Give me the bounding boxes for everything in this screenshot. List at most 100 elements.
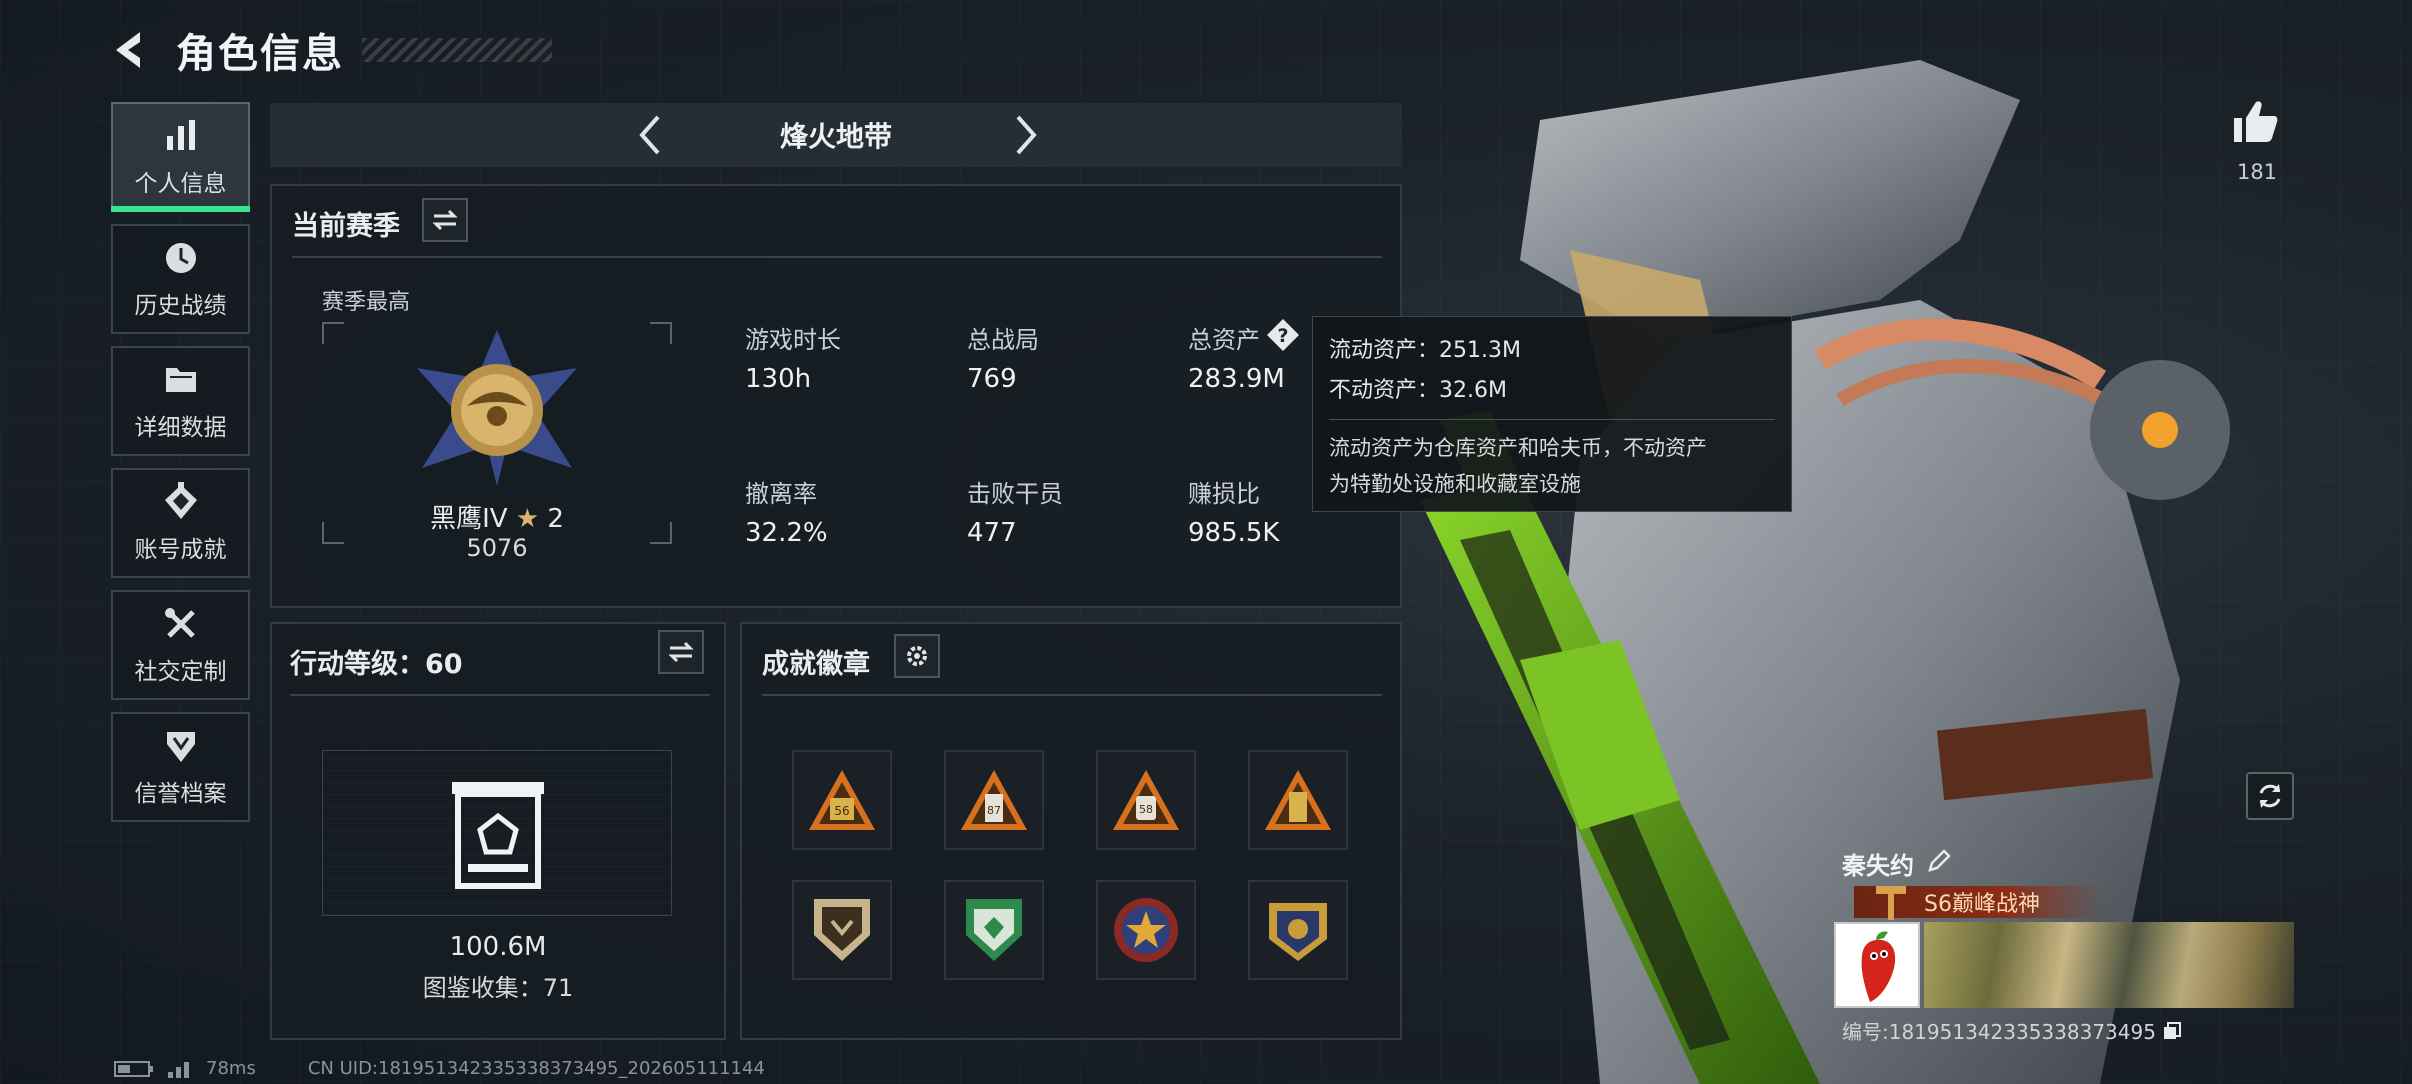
sidebar-item-label: 历史战绩	[134, 293, 227, 319]
triangle-badge-icon	[1265, 770, 1331, 830]
stat-value-kills: 477	[967, 518, 1017, 548]
triangle-badge-icon: 87	[961, 770, 1027, 830]
action-level-switch-button[interactable]	[658, 630, 704, 674]
tools-icon	[164, 608, 195, 638]
stat-label-assets: 总资产	[1188, 326, 1260, 354]
badge-slot[interactable]	[792, 880, 892, 980]
tooltip-fixed-assets: 不动资产：32.6M	[1329, 378, 1507, 403]
chevron-left-icon[interactable]	[630, 113, 674, 157]
divider	[292, 256, 1382, 258]
rank-emblem-icon	[417, 330, 577, 486]
stat-value-playtime: 130h	[745, 364, 812, 394]
uid-text: CN UID:1819513423353383734​95_2026051111…	[307, 1058, 765, 1079]
sidebar-item-label: 详细数据	[134, 415, 227, 441]
badge-slot[interactable]	[944, 880, 1044, 980]
sidebar-item-label: 社交定制	[134, 659, 227, 685]
stat-label-playtime: 游戏时长	[745, 326, 841, 354]
star-icon: ★	[515, 504, 540, 534]
shield-badge-icon	[814, 899, 870, 961]
mode-switch-bar: 烽火地带	[270, 103, 1402, 167]
copy-icon[interactable]	[2162, 1021, 2182, 1041]
battery-icon	[114, 1060, 153, 1077]
folder-icon	[165, 368, 196, 392]
badge-number: 58	[1139, 803, 1153, 816]
title-emblem-icon	[1876, 886, 1906, 920]
player-card: 秦失约 S6巅峰战神 编号:1819513423353383734​95	[1834, 846, 2294, 1046]
chili-avatar-icon	[1861, 931, 1896, 1002]
swap-icon	[668, 641, 694, 663]
frame-corner	[322, 322, 344, 344]
badge-slot[interactable]	[1248, 750, 1348, 850]
shield-icon	[166, 732, 195, 762]
svg-text:?: ?	[1277, 325, 1288, 347]
achievement-badges-title: 成就徽章	[762, 649, 870, 680]
status-bar: 78ms CN UID:1819513423353383734​95_20260…	[114, 1058, 765, 1079]
sidebar-item-achievements[interactable]: 账号成就	[111, 468, 250, 578]
badge-slot[interactable]	[1096, 880, 1196, 980]
collection-vault-icon	[452, 782, 544, 889]
divider	[762, 694, 1382, 696]
help-icon[interactable]: ?	[1266, 318, 1300, 352]
collection-value: 100.6M	[449, 932, 547, 962]
edit-icon[interactable]	[1926, 848, 1952, 874]
sidebar-nav: 个人信息 历史战绩 详细数据 账号成就 社交定制 信誉档案	[111, 102, 251, 834]
thumbs-up-icon[interactable]	[2230, 96, 2280, 146]
season-best-label: 赛季最高	[322, 290, 411, 315]
badge-number: 87	[987, 804, 1001, 817]
player-name: 秦失约	[1842, 852, 1914, 880]
season-switch-button[interactable]	[422, 198, 468, 242]
round-badge-icon	[1269, 903, 1327, 961]
shield-badge-icon	[966, 899, 1022, 961]
stat-value-profit-ratio: 985.5K	[1188, 518, 1280, 548]
action-level-title: 行动等级：60	[290, 649, 463, 680]
sidebar-item-label: 个人信息	[134, 171, 227, 197]
badge-slot[interactable]: 58	[1096, 750, 1196, 850]
bar-chart-icon	[166, 120, 195, 150]
sidebar-item-history[interactable]: 历史战绩	[111, 224, 250, 334]
chevron-right-icon[interactable]	[1002, 113, 1046, 157]
badge-slot[interactable]	[1248, 880, 1348, 980]
sidebar-item-label: 账号成就	[134, 537, 227, 563]
round-badge-icon	[1114, 898, 1178, 962]
stat-label-kills: 击败干员	[967, 480, 1063, 508]
sidebar-item-reputation[interactable]: 信誉档案	[111, 712, 250, 822]
frame-corner	[650, 322, 672, 344]
tooltip-description-line1: 流动资产为仓库资产和哈夫币，不动资产	[1329, 436, 1707, 460]
refresh-icon	[2259, 784, 2281, 808]
rank-stars: 2	[547, 504, 564, 534]
rank-name: 黑鹰IV	[430, 504, 508, 534]
player-title-banner: S6巅峰战神	[1854, 886, 2104, 920]
sidebar-item-social[interactable]: 社交定制	[111, 590, 250, 700]
badge-slot[interactable]: 87	[944, 750, 1044, 850]
stat-value-extract-rate: 32.2%	[745, 518, 828, 548]
rank-display: 黑鹰IV ★ 2 5076	[322, 322, 672, 562]
page-title: 角色信息	[176, 31, 344, 77]
rotate-model-button[interactable]	[2246, 772, 2294, 820]
badge-settings-button[interactable]	[894, 634, 940, 678]
like-count: 181	[2236, 160, 2278, 184]
stat-label-matches: 总战局	[967, 326, 1039, 354]
sidebar-item-personal-info[interactable]: 个人信息	[111, 102, 250, 212]
stat-value-assets: 283.9M	[1188, 364, 1285, 394]
avatar[interactable]	[1834, 922, 1920, 1008]
player-id-row: 编号:1819513423353383734​95	[1842, 1016, 2182, 1045]
back-arrow-icon[interactable]	[110, 28, 154, 72]
triangle-badge-icon: 56	[809, 770, 875, 830]
stat-value-matches: 769	[967, 364, 1017, 394]
triangle-badge-icon: 58	[1113, 770, 1179, 830]
action-level-panel: 行动等级：60 100.6M 图鉴收集：71	[270, 622, 726, 1040]
header: 角色信息	[110, 22, 552, 78]
gear-icon	[907, 646, 927, 666]
player-id: 编号:1819513423353383734​95	[1842, 1020, 2156, 1044]
badge-number: 56	[834, 804, 849, 818]
tooltip-liquid-assets: 流动资产：251.3M	[1329, 338, 1521, 363]
sidebar-item-details[interactable]: 详细数据	[111, 346, 250, 456]
assets-tooltip: 流动资产：251.3M 不动资产：32.6M 流动资产为仓库资产和哈夫币，不动资…	[1312, 316, 1792, 512]
badge-slot[interactable]: 56	[792, 750, 892, 850]
ping-value: 78ms	[206, 1058, 256, 1079]
player-title: S6巅峰战神	[1924, 892, 2040, 917]
achievement-icon	[164, 482, 197, 519]
signal-icon	[168, 1061, 189, 1078]
stat-label-profit-ratio: 赚损比	[1188, 480, 1260, 508]
player-banner-image	[1924, 922, 2294, 1008]
